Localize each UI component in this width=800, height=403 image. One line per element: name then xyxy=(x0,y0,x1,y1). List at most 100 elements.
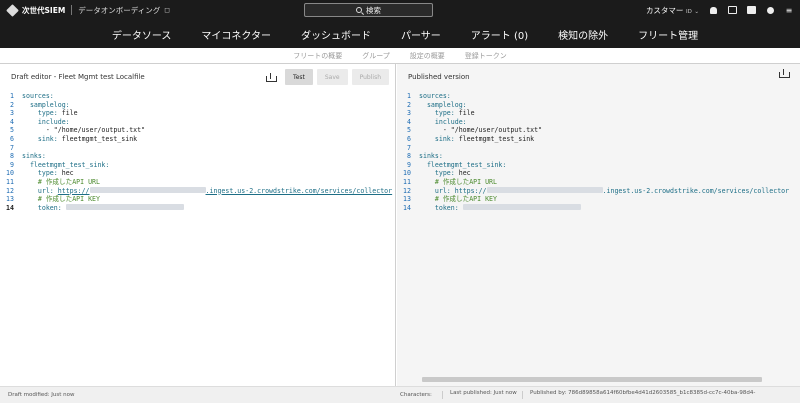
nav-item-parsers[interactable]: パーサー xyxy=(401,27,441,42)
code-value: file xyxy=(454,109,475,118)
code-url-end: .ingest.us-2.crowdstrike.com/services/co… xyxy=(602,186,790,195)
code-line: 8 sinks: xyxy=(0,152,395,161)
code-value: hec xyxy=(454,169,471,178)
brand[interactable]: 次世代SIEM xyxy=(0,0,65,20)
code-line: 10 type: hec xyxy=(397,169,800,178)
code-key: type: xyxy=(434,109,455,118)
customer-id-label: ID xyxy=(685,8,692,15)
chevron-down-icon: ⌄ xyxy=(694,8,699,15)
code-line: 6 sink: fleetmgmt_test_sink xyxy=(397,135,800,144)
search-box[interactable]: 検索 xyxy=(304,3,433,17)
published-version-panel: Published version 1 sources: 2 samplelog:… xyxy=(397,64,800,386)
nav-item-my-connectors[interactable]: マイコネクター xyxy=(201,27,271,42)
code-text: - "/home/user/output.txt" xyxy=(442,126,543,135)
menu-icon: ≡ xyxy=(785,5,793,15)
nav-item-data-sources[interactable]: データソース xyxy=(112,27,172,42)
nav-item-fleet-management[interactable]: フリート管理 xyxy=(638,27,698,42)
save-button[interactable]: Save xyxy=(316,69,348,85)
code-text: - "/home/user/output.txt" xyxy=(45,126,146,135)
line-number: 1 xyxy=(10,92,14,100)
tab-groups[interactable]: グループ xyxy=(362,51,390,61)
code-line: 7 xyxy=(397,144,800,153)
line-number: 2 xyxy=(407,100,411,109)
code-comment: # 作成したAPI URL xyxy=(434,177,497,186)
line-number: 1 xyxy=(407,92,411,100)
code-text: include: xyxy=(37,117,70,126)
line-number: 9 xyxy=(10,160,14,169)
tab-fleet-overview[interactable]: フリートの概要 xyxy=(293,51,342,61)
nav-item-alerts[interactable]: アラート (0) xyxy=(471,27,528,42)
code-line: 9 fleetmgmt_test_sink: xyxy=(397,161,800,170)
tab-config-overview[interactable]: 設定の概要 xyxy=(410,51,445,61)
line-number: 10 xyxy=(403,169,411,178)
support-button[interactable] xyxy=(746,5,756,15)
code-line: 5 - "/home/user/output.txt" xyxy=(0,126,395,135)
nav-item-dashboards[interactable]: ダッシュボード xyxy=(301,27,371,42)
profile-button[interactable] xyxy=(765,5,775,15)
code-line: 9 fleetmgmt_test_sink: xyxy=(0,161,395,170)
sub-tabs: フリートの概要 グループ 設定の概要 登録トークン xyxy=(0,48,800,64)
code-line: 7 xyxy=(0,144,395,153)
draft-editor-header: Draft editor - Fleet Mgmt test Localfile… xyxy=(0,64,395,90)
export-icon[interactable] xyxy=(266,72,278,82)
code-line: 14 token: xyxy=(397,203,800,213)
draft-code-editor[interactable]: 1 sources: 2 samplelog: 3 type: file 4 in… xyxy=(0,90,395,386)
code-text: fleetmgmt_test_sink: xyxy=(426,160,507,169)
code-line: 11 # 作成したAPI URL xyxy=(397,178,800,187)
apps-button[interactable] xyxy=(727,5,737,15)
app-context-title: データオンボーディング xyxy=(78,5,161,15)
published-version-header: Published version xyxy=(397,64,800,90)
line-number: 7 xyxy=(407,143,411,152)
line-number: 3 xyxy=(10,109,14,118)
redacted-value xyxy=(65,203,184,210)
code-line: 6 sink: fleetmgmt_test_sink xyxy=(0,135,395,144)
line-number: 11 xyxy=(403,177,411,186)
bell-icon xyxy=(709,6,717,14)
published-version-title: Published version xyxy=(408,73,470,81)
code-comment: # 作成したAPI URL xyxy=(37,177,100,186)
code-line: 3 type: file xyxy=(397,109,800,118)
code-text: sources: xyxy=(419,92,451,100)
code-text: samplelog: xyxy=(29,100,70,109)
falcon-logo-icon xyxy=(6,3,19,17)
search-label: 検索 xyxy=(366,5,381,15)
code-text: samplelog: xyxy=(426,100,467,109)
code-key: type: xyxy=(434,169,455,178)
code-text: include: xyxy=(434,117,467,126)
code-text: sinks: xyxy=(419,152,443,161)
line-number: 12 xyxy=(403,186,411,195)
code-text: sources: xyxy=(22,92,54,100)
bookmark-icon[interactable]: ◻ xyxy=(164,6,170,14)
line-number: 8 xyxy=(10,152,14,161)
published-by-status: Published by: 786d89858a614f60bfbe4d41d2… xyxy=(530,390,756,396)
customer-selector[interactable]: カスタマー ID ⌄ xyxy=(646,5,699,16)
published-code-viewer[interactable]: 1 sources: 2 samplelog: 3 type: file 4 in… xyxy=(397,90,800,386)
redacted-value xyxy=(89,186,206,193)
line-number: 11 xyxy=(6,177,14,186)
export-icon[interactable] xyxy=(779,69,790,78)
code-line: 10 type: hec xyxy=(0,169,395,178)
code-line: 3 type: file xyxy=(0,109,395,118)
code-key: token: xyxy=(37,203,62,212)
code-value: hec xyxy=(57,169,74,178)
nav-item-exclusions[interactable]: 検知の除外 xyxy=(558,27,608,42)
notifications-button[interactable] xyxy=(708,5,718,15)
line-number: 4 xyxy=(407,117,411,126)
code-comment: # 作成したAPI KEY xyxy=(434,195,497,204)
divider xyxy=(71,5,73,15)
code-line: 14 token: xyxy=(0,203,395,213)
divider xyxy=(442,391,443,399)
user-icon xyxy=(766,6,774,14)
line-number: 3 xyxy=(407,109,411,118)
menu-button[interactable]: ≡ xyxy=(784,5,794,15)
code-key: type: xyxy=(37,169,58,178)
redacted-value xyxy=(462,203,581,210)
tab-enrollment-tokens[interactable]: 登録トークン xyxy=(465,51,507,61)
line-number: 6 xyxy=(10,134,14,143)
line-number: 5 xyxy=(10,126,14,135)
line-number: 2 xyxy=(10,100,14,109)
horizontal-scrollbar[interactable] xyxy=(422,377,762,382)
test-button[interactable]: Test xyxy=(285,69,313,85)
publish-button[interactable]: Publish xyxy=(351,69,389,85)
code-value: file xyxy=(57,109,78,118)
